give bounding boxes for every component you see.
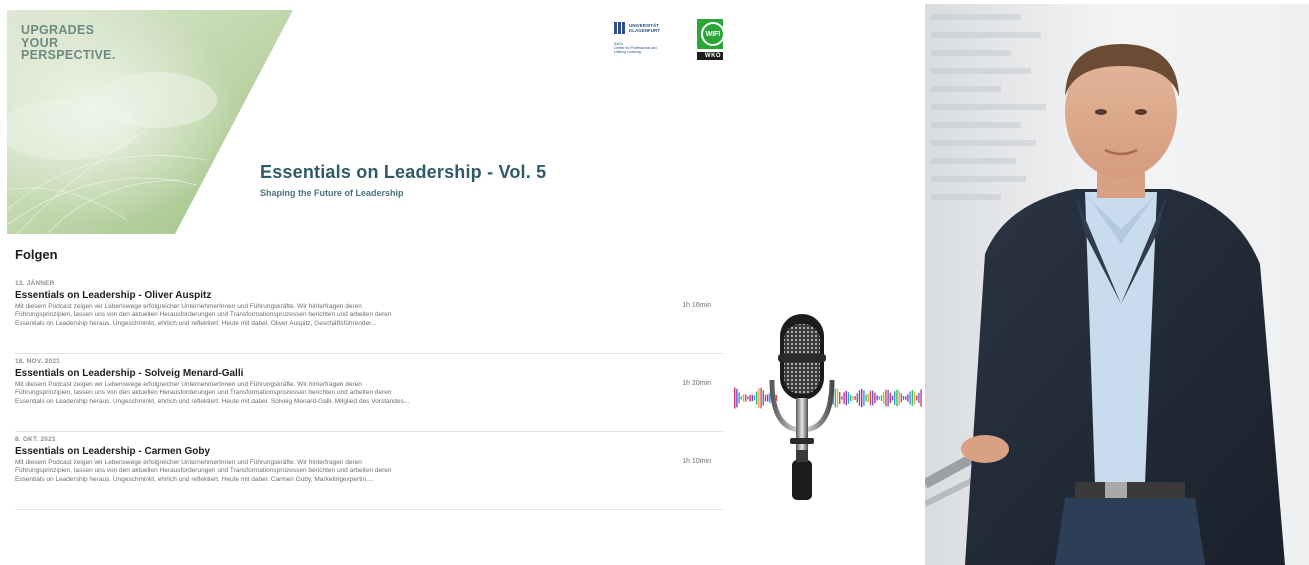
episode-list: 13. JÄNNER Essentials on Leadership - Ol… (15, 276, 723, 510)
episode-title[interactable]: Essentials on Leadership - Oliver Auspit… (15, 290, 723, 301)
wifi-circle-icon: WIFI (701, 22, 723, 46)
wifi-mark: WIFI (697, 19, 723, 49)
episode-title[interactable]: Essentials on Leadership - Solveig Menar… (15, 368, 723, 379)
episode-date: 8. OKT. 2021 (15, 436, 56, 443)
wifi-logo: WIFI WKO (697, 19, 723, 61)
episode-item[interactable]: 8. OKT. 2021 Essentials on Leadership - … (15, 432, 723, 510)
episode-date: 18. NOV. 2021 (15, 358, 61, 365)
university-klagenfurt-logo: UNIVERSITÄT KLAGENFURT AACs Center for P… (614, 22, 680, 62)
portrait-illustration (925, 4, 1309, 565)
episode-title[interactable]: Essentials on Leadership - Carmen Goby (15, 446, 723, 457)
guest-portrait-photo (925, 4, 1309, 565)
episodes-heading: Folgen (15, 247, 58, 262)
tagline-line: UPGRADES (21, 23, 95, 37)
microphone-graphic (730, 310, 925, 510)
university-name: UNIVERSITÄT KLAGENFURT (629, 23, 660, 33)
episode-date: 13. JÄNNER (15, 280, 55, 287)
university-subtitle: AACs Center for Professional and Lifelon… (614, 42, 657, 54)
microphone-icon (769, 314, 835, 500)
podcast-banner: UPGRADES YOUR PERSPECTIVE. Essentials on… (7, 10, 723, 234)
wko-label: WKO (697, 52, 723, 60)
episode-description: Mit diesem Podcast zeigen wir Lebenswege… (15, 459, 392, 483)
episode-description: Mit diesem Podcast zeigen wir Lebenswege… (15, 303, 392, 327)
episode-item[interactable]: 13. JÄNNER Essentials on Leadership - Ol… (15, 276, 723, 354)
episode-duration: 1h 20min (682, 380, 711, 387)
banner-tagline: UPGRADES YOUR PERSPECTIVE. (21, 24, 116, 62)
episode-item[interactable]: 18. NOV. 2021 Essentials on Leadership -… (15, 354, 723, 432)
episode-description: Mit diesem Podcast zeigen wir Lebenswege… (15, 381, 410, 405)
podcast-subtitle: Shaping the Future of Leadership (260, 188, 404, 198)
podcast-title: Essentials on Leadership - Vol. 5 (260, 162, 547, 182)
episode-duration: 1h 16min (682, 302, 711, 309)
episode-duration: 1h 10min (682, 458, 711, 465)
university-mark-icon (614, 22, 626, 34)
tagline-line: PERSPECTIVE. (21, 48, 116, 62)
